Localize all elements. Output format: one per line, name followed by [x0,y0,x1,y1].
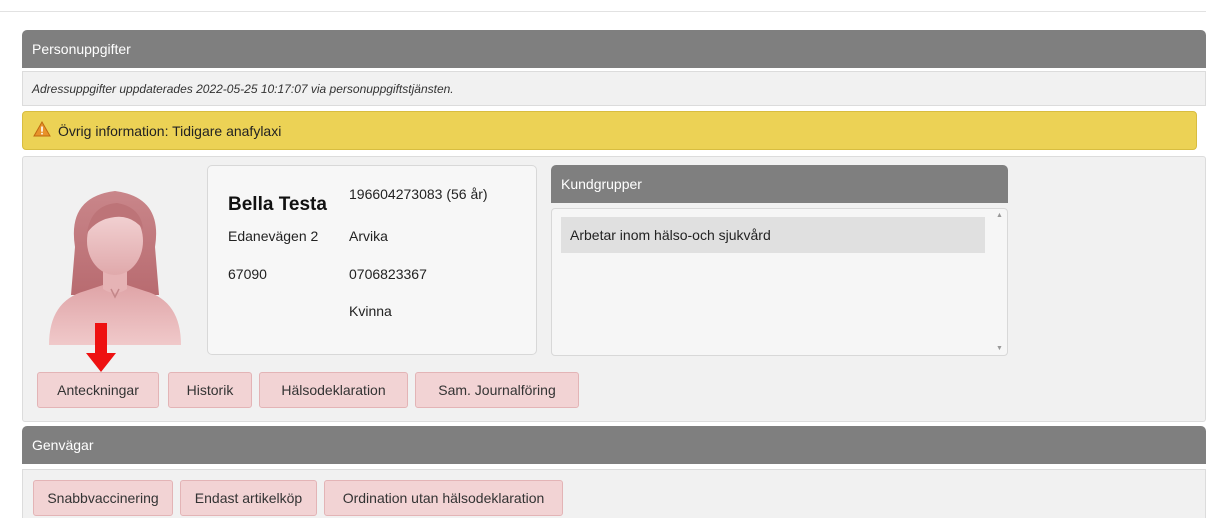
scroll-down-icon[interactable]: ▼ [996,345,1003,352]
warning-banner: Övrig information: Tidigare anafylaxi [22,111,1197,150]
history-button[interactable]: Historik [168,372,252,408]
customer-group-item[interactable]: Arbetar inom hälso-och sjukvård [561,217,985,253]
list-scrollbar[interactable]: ▲ ▼ [994,210,1006,354]
personal-info-title: Personuppgifter [32,41,131,57]
shared-journal-button[interactable]: Sam. Journalföring [415,372,579,408]
postal-code: 67090 [228,266,267,282]
notes-button[interactable]: Anteckningar [37,372,159,408]
person-panel: Bella Testa 196604273083 (56 år) Edanevä… [22,156,1206,422]
shortcuts-title: Genvägar [32,437,94,453]
phone-number: 0706823367 [349,266,427,282]
shortcuts-header: Genvägar [22,426,1206,464]
red-arrow-highlight [85,323,117,373]
person-name: Bella Testa [228,194,327,215]
scroll-up-icon[interactable]: ▲ [996,212,1003,219]
personal-info-header: Personuppgifter [22,30,1206,68]
city: Arvika [349,228,388,244]
personal-number: 196604273083 (56 år) [349,186,488,202]
customer-groups-header: Kundgrupper [551,165,1008,203]
customer-groups-title: Kundgrupper [561,176,642,192]
article-purchase-only-button[interactable]: Endast artikelköp [180,480,317,516]
person-card: Bella Testa 196604273083 (56 år) Edanevä… [207,165,537,355]
shortcuts-panel: Snabbvaccinering Endast artikelköp Ordin… [22,469,1206,518]
health-declaration-button[interactable]: Hälsodeklaration [259,372,408,408]
top-divider [0,11,1206,12]
prescription-without-declaration-button[interactable]: Ordination utan hälsodeklaration [324,480,563,516]
address-update-text: Adressuppgifter uppdaterades 2022-05-25 … [32,81,454,96]
quick-vaccination-button[interactable]: Snabbvaccinering [33,480,173,516]
avatar [45,177,185,347]
warning-triangle-icon [33,120,51,140]
customer-group-label: Arbetar inom hälso-och sjukvård [570,227,771,243]
address-update-note: Adressuppgifter uppdaterades 2022-05-25 … [22,71,1206,106]
warning-text: Övrig information: Tidigare anafylaxi [58,122,282,139]
street-address: Edanevägen 2 [228,228,319,244]
customer-groups-list[interactable]: Arbetar inom hälso-och sjukvård ▲ ▼ [551,208,1008,356]
gender: Kvinna [349,303,392,319]
